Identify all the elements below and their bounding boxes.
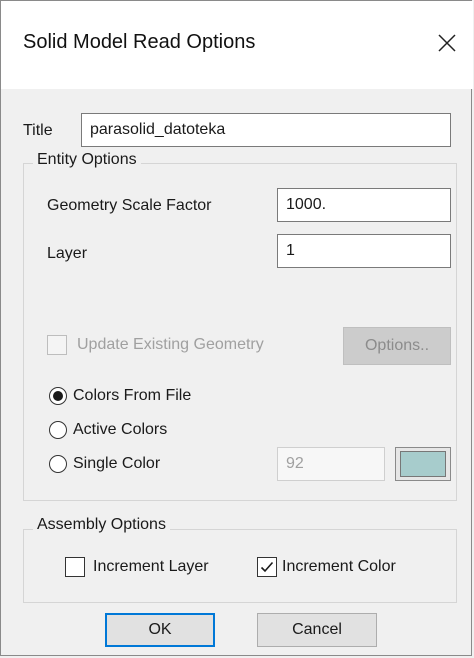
- entity-options-label: Entity Options: [33, 151, 141, 169]
- single-color-label: Single Color: [73, 455, 161, 472]
- single-color-value-input[interactable]: 92: [277, 447, 385, 481]
- active-colors-label: Active Colors: [73, 421, 168, 438]
- increment-color-label: Increment Color: [282, 558, 396, 575]
- close-button[interactable]: [427, 21, 467, 65]
- increment-color-checkbox[interactable]: [257, 557, 277, 577]
- layer-label: Layer: [47, 245, 88, 262]
- cancel-button[interactable]: Cancel: [257, 613, 377, 647]
- increment-layer-checkbox[interactable]: [65, 557, 85, 577]
- layer-input[interactable]: 1: [277, 234, 451, 268]
- title-label: Title: [23, 122, 53, 139]
- update-existing-geometry-label: Update Existing Geometry: [77, 336, 264, 353]
- radio-selected-dot: [53, 391, 63, 401]
- close-icon: [438, 34, 456, 52]
- single-color-radio[interactable]: [49, 455, 67, 473]
- colors-from-file-label: Colors From File: [73, 387, 192, 404]
- options-button[interactable]: Options..: [343, 327, 451, 365]
- ok-button[interactable]: OK: [105, 613, 215, 647]
- active-colors-radio[interactable]: [49, 421, 67, 439]
- window-title: Solid Model Read Options: [23, 31, 256, 53]
- title-input[interactable]: parasolid_datoteka: [81, 113, 451, 147]
- update-existing-geometry-checkbox[interactable]: [47, 335, 67, 355]
- color-swatch: [400, 451, 446, 477]
- geometry-scale-factor-label: Geometry Scale Factor: [47, 197, 212, 214]
- assembly-options-label: Assembly Options: [33, 516, 170, 534]
- title-bar[interactable]: Solid Model Read Options: [1, 1, 473, 89]
- increment-layer-label: Increment Layer: [93, 558, 209, 575]
- colors-from-file-radio[interactable]: [49, 387, 67, 405]
- solid-model-read-options-dialog: Solid Model Read Options Title parasolid…: [0, 0, 473, 656]
- color-swatch-button[interactable]: [395, 447, 451, 481]
- checkmark-icon: [260, 561, 274, 573]
- geometry-scale-factor-input[interactable]: 1000.: [277, 188, 451, 222]
